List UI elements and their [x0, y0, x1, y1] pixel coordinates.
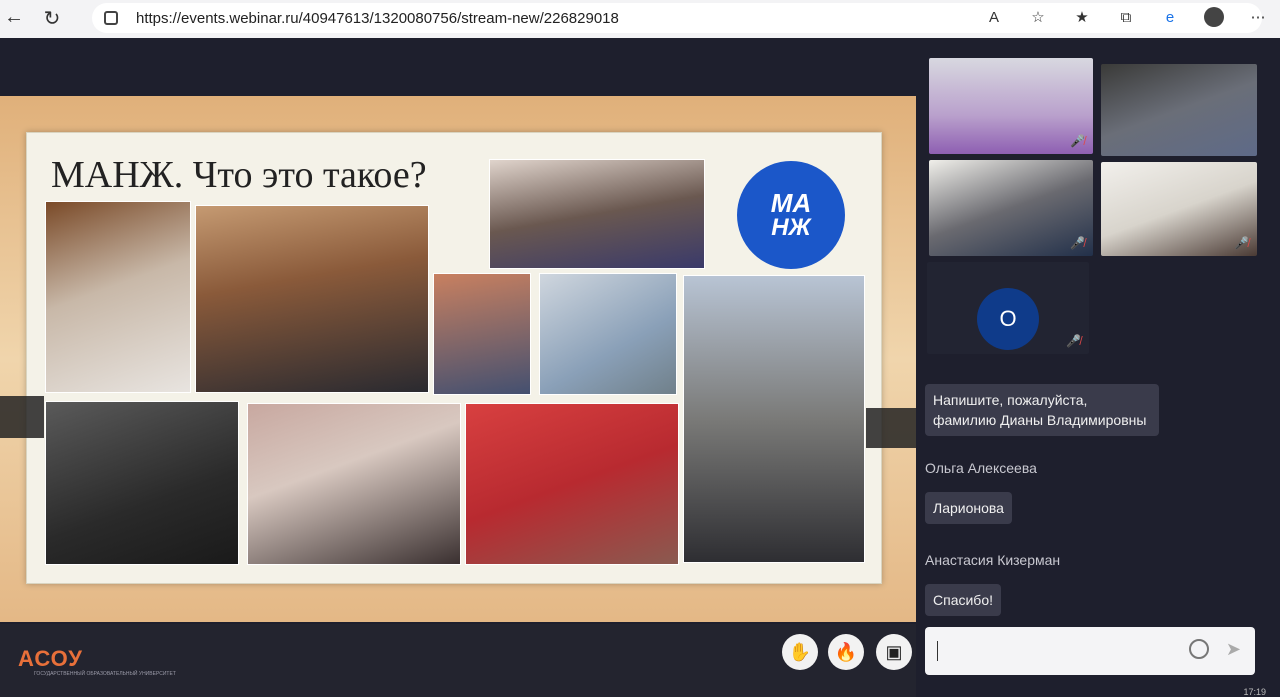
chat-message-1: Напишите, пожалуйста, фамилию Дианы Влад…: [925, 384, 1159, 436]
read-aloud-icon[interactable]: A: [984, 7, 1004, 27]
photo-two-girls-street: [683, 275, 865, 563]
photo-boy-camera: [539, 273, 677, 395]
mic-off-icon: 🎤̸: [1234, 236, 1249, 250]
participant-video-3[interactable]: 🎤̸: [929, 160, 1093, 256]
lock-icon: [104, 11, 118, 25]
photo-girl-certificate: [45, 401, 239, 565]
emoji-icon[interactable]: [1189, 639, 1209, 659]
photo-audience: [489, 159, 705, 269]
webinar-bottom-bar: АСОУ ГОСУДАРСТВЕННЫЙ ОБРАЗОВАТЕЛЬНЫЙ УНИ…: [0, 624, 916, 697]
browser-action-icons: A ☆ ★ ⧉ e ⋯: [984, 7, 1268, 27]
profile-icon[interactable]: [1204, 7, 1224, 27]
chat-sender-3: Анастасия Кизерман: [925, 552, 1061, 568]
collections-icon[interactable]: ⧉: [1116, 7, 1136, 27]
edge-icon[interactable]: e: [1160, 7, 1180, 27]
participant-video-5[interactable]: О 🎤̸: [927, 262, 1089, 354]
acoy-logo-subtitle: ГОСУДАРСТВЕННЫЙ ОБРАЗОВАТЕЛЬНЫЙ УНИВЕРСИ…: [34, 671, 176, 677]
webinar-stage: МАНЖ. Что это такое? МА НЖ 🎤̸ 🎤̸ 🎤̸ О 🎤̸…: [0, 38, 1280, 697]
mic-off-icon: 🎤̸: [1066, 334, 1081, 348]
slide-title: МАНЖ. Что это такое?: [51, 154, 427, 196]
acoy-logo: АСОУ: [18, 646, 83, 671]
logo-line2: НЖ: [771, 214, 811, 241]
slide-next-handle[interactable]: [866, 408, 916, 448]
back-icon[interactable]: ←: [0, 6, 28, 29]
screen-layout-icon[interactable]: ▣: [876, 634, 912, 670]
favorite-add-icon[interactable]: ☆: [1028, 7, 1048, 27]
slide-prev-handle[interactable]: [0, 396, 44, 438]
photo-girl-book: [433, 273, 531, 395]
chat-message-1-line1: Напишите, пожалуйста,: [933, 392, 1088, 408]
browser-toolbar: ← ↻ https://events.webinar.ru/40947613/1…: [0, 0, 1280, 38]
refresh-icon[interactable]: ↻: [38, 6, 66, 31]
raise-hand-icon[interactable]: ✋: [782, 634, 818, 670]
photo-award: [45, 201, 191, 393]
photo-group-girls: [195, 205, 429, 393]
mic-off-icon: 🎤̸: [1070, 236, 1085, 250]
chat-message-3: Спасибо!: [925, 584, 1001, 616]
presentation-slide: МАНЖ. Что это такое? МА НЖ: [0, 96, 916, 622]
chat-sender-2: Ольга Алексеева: [925, 460, 1037, 476]
mic-off-icon: 🎤̸: [1070, 134, 1085, 148]
chat-message-2: Ларионова: [925, 492, 1012, 524]
chat-message-1-line2: фамилию Дианы Владимировны: [933, 412, 1147, 428]
participant-video-2[interactable]: [1101, 64, 1257, 156]
text-caret: [937, 641, 938, 661]
chat-input[interactable]: ➤: [925, 627, 1255, 675]
photo-red-shirt-sign: [465, 403, 679, 565]
more-icon[interactable]: ⋯: [1248, 7, 1268, 27]
system-clock: 17:19: [1243, 687, 1266, 697]
reaction-icon[interactable]: 🔥: [828, 634, 864, 670]
photo-women-table: [247, 403, 461, 565]
slide-card: МАНЖ. Что это такое? МА НЖ: [26, 132, 882, 584]
send-icon[interactable]: ➤: [1226, 639, 1241, 660]
participant-video-4[interactable]: 🎤̸: [1101, 162, 1257, 256]
logo-line1: МА: [770, 188, 812, 218]
url-text: https://events.webinar.ru/40947613/13200…: [136, 9, 619, 27]
favorites-icon[interactable]: ★: [1072, 7, 1092, 27]
participant-video-1[interactable]: 🎤̸: [929, 58, 1093, 154]
participant-avatar: О: [977, 288, 1039, 350]
manzh-logo: МА НЖ: [737, 161, 845, 269]
